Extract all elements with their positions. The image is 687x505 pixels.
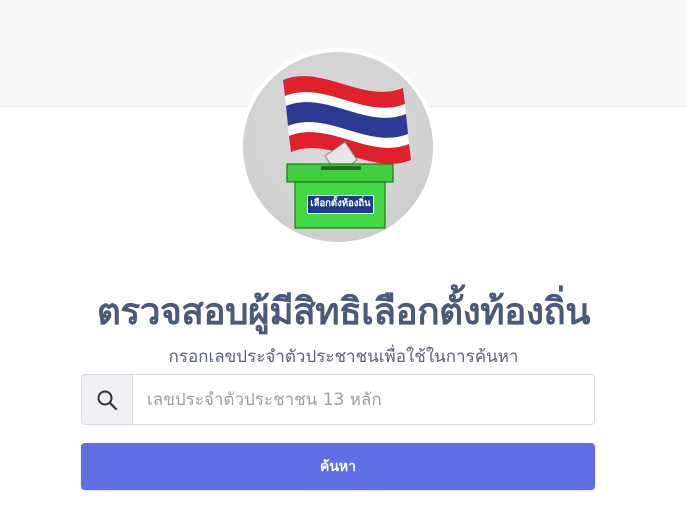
search-group bbox=[81, 374, 595, 425]
page-subtitle: กรอกเลขประจำตัวประชาชนเพื่อใช้ในการค้นหา bbox=[168, 347, 519, 367]
search-button[interactable]: ค้นหา bbox=[81, 443, 595, 490]
election-logo: เลือกตั้งท้องถิ่น bbox=[239, 48, 437, 246]
ballot-label: เลือกตั้งท้องถิ่น bbox=[307, 195, 374, 214]
logo-circle: เลือกตั้งท้องถิ่น bbox=[243, 52, 433, 242]
citizen-id-input[interactable] bbox=[133, 375, 594, 424]
page-title: ตรวจสอบผู้มีสิทธิเลือกตั้งท้องถิ่น bbox=[96, 290, 591, 333]
ballot-slot bbox=[321, 166, 361, 170]
search-icon bbox=[82, 375, 133, 424]
